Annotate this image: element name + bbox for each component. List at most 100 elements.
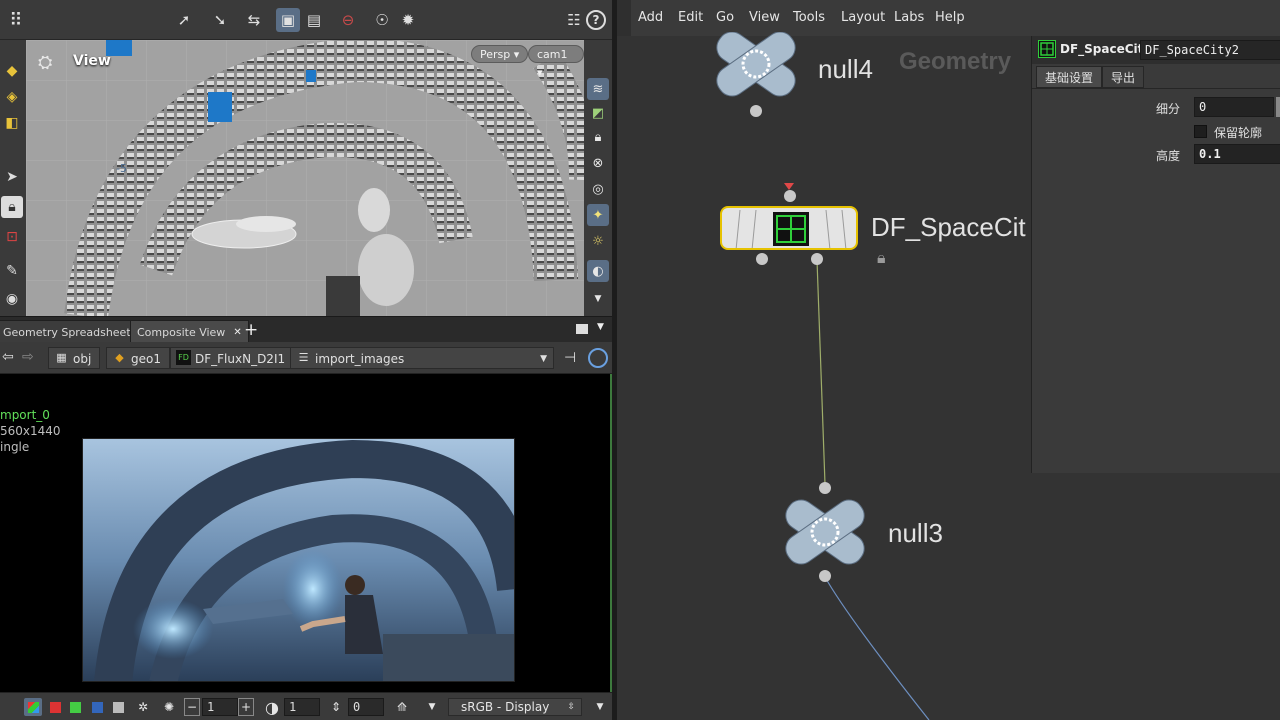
- chevron-down-icon[interactable]: ▼: [594, 698, 606, 716]
- lock-icon[interactable]: 🔒︎: [877, 248, 886, 268]
- maximize-pane-icon[interactable]: [576, 324, 588, 334]
- node-name-field[interactable]: DF_SpaceCity2: [1140, 40, 1280, 60]
- tab-export[interactable]: 导出: [1102, 66, 1145, 88]
- help-icon[interactable]: ?: [586, 10, 606, 30]
- height-field[interactable]: 0.1: [1194, 144, 1280, 164]
- composite-viewer[interactable]: mport_0 560x1440 ingle: [0, 374, 612, 692]
- composite-toolbar: ✲ ✺ − 1 + ◑ 1 ⇕ 0 ⟰ ▼ sRGB - Display ⇳ ▼: [0, 692, 612, 720]
- lock-icon[interactable]: 🔒︎: [587, 126, 609, 148]
- breadcrumb-df-flux[interactable]: FD DF_FluxN_D2I1: [170, 347, 295, 369]
- pointer-tool-icon[interactable]: ➤: [1, 166, 23, 188]
- exposure-icon[interactable]: ✲: [134, 698, 152, 716]
- tab-divider: [1032, 88, 1280, 89]
- breadcrumb-import-images[interactable]: ☰ import_images ▼: [290, 347, 554, 369]
- shape-shelf-icon[interactable]: ◈: [1, 86, 23, 108]
- back-arrow-icon[interactable]: ⇦: [2, 349, 14, 365]
- df-spacecity-node[interactable]: [720, 206, 858, 250]
- breadcrumb-geo1[interactable]: ◆ geo1: [106, 347, 170, 369]
- light-icon[interactable]: ✦: [587, 204, 609, 226]
- alpha-channel-icon[interactable]: [111, 698, 125, 716]
- pin-icon[interactable]: ⊣: [564, 350, 576, 366]
- display-flag-icon: [784, 176, 794, 190]
- df-output-port-2[interactable]: [811, 253, 823, 265]
- red-channel-icon[interactable]: [48, 698, 62, 716]
- decrement-button[interactable]: −: [184, 698, 200, 716]
- keep-outline-checkbox[interactable]: [1194, 125, 1207, 138]
- tab-composite-view[interactable]: Composite View ✕: [130, 320, 249, 343]
- close-icon[interactable]: ✕: [233, 321, 241, 344]
- settings-sliders-icon[interactable]: ☷: [562, 8, 586, 32]
- layers-icon[interactable]: ≋: [587, 78, 609, 100]
- frame-field[interactable]: 0: [348, 698, 384, 716]
- grip-icon[interactable]: ⠿: [4, 8, 28, 32]
- view-tool-icon[interactable]: ◉: [1, 288, 23, 310]
- df-input-port[interactable]: [784, 190, 796, 202]
- headlight-icon[interactable]: ☼: [587, 230, 609, 252]
- colorspace-menu[interactable]: sRGB - Display ⇳: [448, 698, 582, 716]
- image-resolution: 560x1440: [0, 424, 61, 438]
- green-channel-icon[interactable]: [68, 698, 82, 716]
- viewport-title: View: [73, 53, 111, 69]
- null4-output-port[interactable]: [750, 105, 762, 117]
- subdivision-field[interactable]: 0: [1194, 97, 1274, 117]
- null3-input-port[interactable]: [819, 482, 831, 494]
- select-arrow-icon[interactable]: ➚: [172, 8, 196, 32]
- null4-node[interactable]: [707, 31, 805, 102]
- menu-handle[interactable]: [617, 0, 631, 36]
- slider-handle[interactable]: [1276, 97, 1280, 117]
- render-icon[interactable]: ✹: [396, 8, 420, 32]
- pane-menu-icon[interactable]: ▼: [597, 322, 604, 332]
- menu-labs[interactable]: Labs: [894, 10, 924, 25]
- menu-help[interactable]: Help: [935, 10, 965, 25]
- increment-button[interactable]: +: [238, 698, 254, 716]
- exposure-field[interactable]: 1: [202, 698, 238, 716]
- menu-view[interactable]: View: [749, 10, 780, 25]
- background-icon[interactable]: ◐: [587, 260, 609, 282]
- rgb-channel-icon[interactable]: [24, 698, 42, 716]
- shaded-icon[interactable]: ◩: [587, 102, 609, 124]
- lut-icon[interactable]: ⟰: [392, 698, 412, 716]
- camera-menu[interactable]: cam1 ▾: [528, 45, 584, 79]
- no-entry-icon[interactable]: ⊖: [336, 8, 360, 32]
- perspective-menu[interactable]: Persp ▾: [471, 45, 529, 63]
- tab-basic-settings[interactable]: 基础设置: [1036, 66, 1103, 88]
- frame-offset-icon[interactable]: ⇕: [326, 698, 346, 716]
- primitive-shelf-icon[interactable]: ◧: [1, 112, 23, 134]
- chevron-updown-icon: ⇳: [567, 702, 575, 712]
- menu-go[interactable]: Go: [716, 10, 734, 25]
- lock-tool-icon[interactable]: 🔒︎: [1, 196, 23, 218]
- menu-tools[interactable]: Tools: [793, 10, 825, 25]
- transform-icon[interactable]: ⇆: [242, 8, 266, 32]
- df-node-icon: [1038, 40, 1056, 58]
- menu-edit[interactable]: Edit: [678, 10, 703, 25]
- display-icon[interactable]: ▤: [302, 8, 326, 32]
- ghost-icon[interactable]: ⊗: [587, 152, 609, 174]
- camera-icon[interactable]: ▣: [276, 8, 300, 32]
- df-output-port-1[interactable]: [756, 253, 768, 265]
- scene-viewport[interactable]: -5 ⛭ View Persp ▾ cam1 ▾: [26, 40, 584, 316]
- null3-output-port[interactable]: [819, 570, 831, 582]
- viewer-toolbar: ⠿ ➚ ➘ ⇆ ▣ ▤ ⊖ ☉ ✹ ☷ ?: [0, 0, 612, 40]
- height-label: 高度: [1156, 149, 1181, 163]
- forward-arrow-icon[interactable]: ⇨: [22, 349, 34, 365]
- breadcrumb-obj[interactable]: ▦ obj: [48, 347, 101, 369]
- menu-add[interactable]: Add: [638, 10, 663, 25]
- sphere-icon[interactable]: ◎: [587, 178, 609, 200]
- add-tab-icon[interactable]: +: [244, 320, 258, 340]
- link-icon[interactable]: [588, 348, 608, 368]
- gamma-field[interactable]: 1: [284, 698, 320, 716]
- snapshot-icon[interactable]: ☉: [370, 8, 394, 32]
- chevron-down-icon[interactable]: ▼: [587, 288, 609, 310]
- blue-channel-icon[interactable]: [90, 698, 104, 716]
- geometry-shelf-icon[interactable]: ◆: [1, 60, 23, 82]
- null3-node[interactable]: [776, 498, 874, 568]
- handle-tool-icon[interactable]: ⊡: [1, 226, 23, 248]
- breadcrumb-label: DF_FluxN_D2I1: [195, 352, 286, 366]
- view-icon: ⛭: [38, 52, 53, 73]
- move-arrow-icon[interactable]: ➘: [208, 8, 232, 32]
- gamma-icon[interactable]: ◑: [262, 698, 282, 717]
- brush-tool-icon[interactable]: ✎: [1, 260, 23, 282]
- brightness-icon[interactable]: ✺: [160, 698, 178, 716]
- chevron-down-icon[interactable]: ▼: [426, 698, 438, 716]
- menu-layout[interactable]: Layout: [841, 10, 885, 25]
